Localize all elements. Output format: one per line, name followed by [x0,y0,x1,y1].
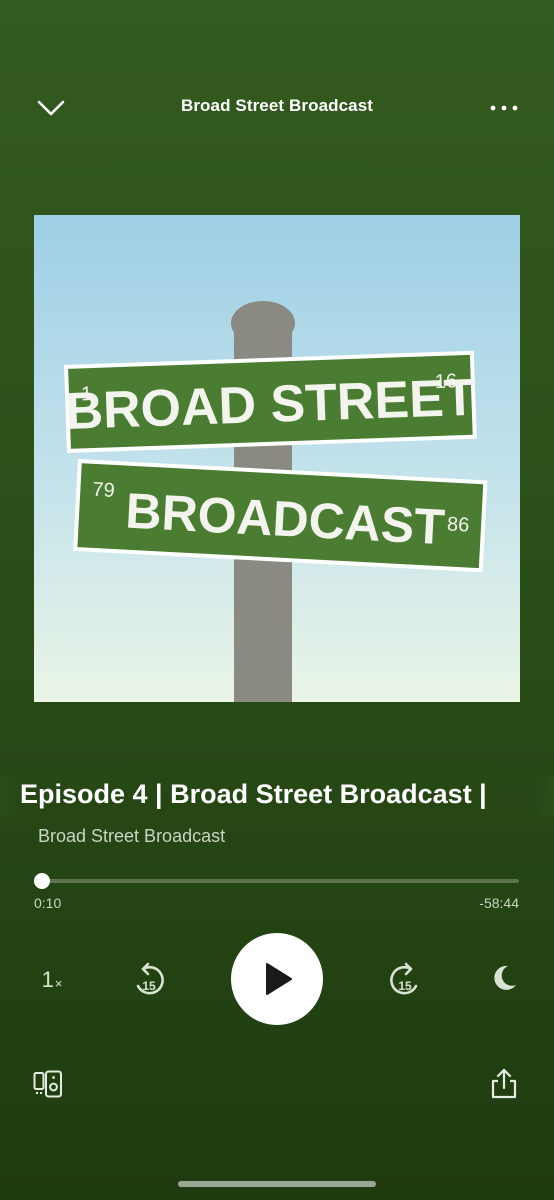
remaining-time: -58:44 [479,895,519,911]
collapse-button[interactable] [33,92,69,124]
share-icon [491,1068,517,1099]
progress-thumb[interactable] [34,873,50,889]
play-icon [266,963,292,995]
home-indicator [178,1181,376,1187]
sign-top-left-number: 1 [81,383,93,405]
episode-artwork: BROAD STREET 1 16 BROADCAST 79 86 [34,215,520,702]
more-horizontal-icon [490,105,518,111]
elapsed-time: 0:10 [34,895,62,911]
now-playing-header: Broad Street Broadcast [0,0,554,216]
forward-15-icon: 15 [390,962,418,995]
show-name-link[interactable]: Broad Street Broadcast [38,826,225,847]
rewind-15-icon: 15 [136,962,164,995]
progress-slider[interactable] [34,873,519,889]
speed-value: 1 [41,967,54,992]
skip-back-seconds: 15 [142,979,156,993]
devices-icon [33,1070,62,1098]
fade-left [0,776,22,816]
skip-back-button[interactable]: 15 [126,956,174,1004]
connect-devices-button[interactable] [30,1066,66,1102]
more-options-button[interactable] [482,92,526,124]
skip-forward-button[interactable]: 15 [380,956,428,1004]
progress-track [34,879,519,883]
skip-forward-seconds: 15 [398,979,412,993]
sleep-timer-button[interactable] [484,958,524,998]
header-title: Broad Street Broadcast [180,96,374,115]
sign-top-right-number: 16 [434,370,457,393]
chevron-down-icon [37,100,65,116]
sign-bottom-left-number: 79 [92,479,115,502]
episode-title-marquee: Episode 4 | Broad Street Broadcast | [0,776,554,816]
playback-speed-button[interactable]: 1 × [30,958,74,1002]
sign-bottom-right-number: 86 [447,513,470,536]
speed-suffix: × [54,975,63,991]
play-button[interactable] [231,933,323,1025]
fade-right [532,776,554,816]
share-button[interactable] [486,1064,522,1102]
moon-icon [494,965,516,990]
episode-title: Episode 4 | Broad Street Broadcast | [20,779,487,809]
